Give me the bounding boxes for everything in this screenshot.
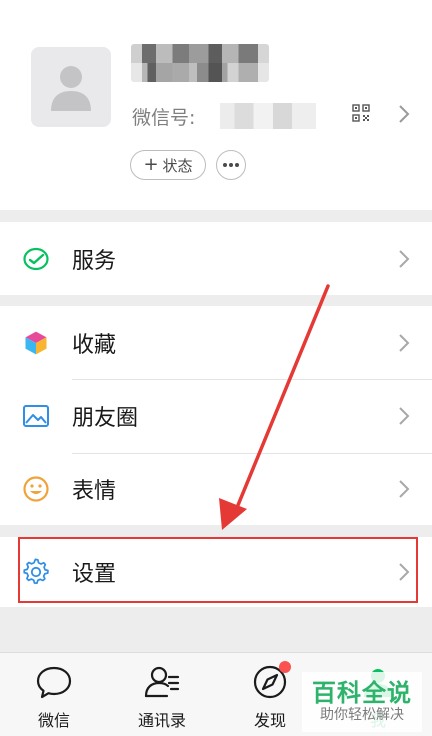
services-wallet-icon xyxy=(23,247,49,270)
menu-item-label: 收藏 xyxy=(72,332,117,358)
tab-label: 通讯录 xyxy=(137,711,186,730)
qr-code-icon[interactable] xyxy=(352,104,370,122)
gear-icon xyxy=(23,558,49,585)
menu-item-moments[interactable]: 朋友圈 xyxy=(0,379,432,452)
profile-header[interactable]: 微信号: + 状态 xyxy=(0,0,432,210)
menu-item-stickers[interactable]: 表情 xyxy=(0,452,432,525)
menu-item-services[interactable]: 服务 xyxy=(0,222,432,295)
menu-item-label: 表情 xyxy=(72,478,117,504)
menu-item-label: 服务 xyxy=(72,248,117,274)
chevron-right-icon xyxy=(399,333,410,352)
chevron-right-icon xyxy=(399,249,410,268)
chevron-right-icon xyxy=(399,406,410,425)
contacts-icon xyxy=(144,666,180,698)
watermark-subtitle: 助你轻松解决 xyxy=(320,706,404,723)
chevron-right-icon xyxy=(399,479,410,498)
chat-bubble-icon xyxy=(36,666,72,699)
chevron-right-icon[interactable] xyxy=(398,104,410,124)
menu-item-favorites[interactable]: 收藏 xyxy=(0,306,432,379)
nickname-blurred xyxy=(131,44,269,82)
watermark-logo: 百科全说 助你轻松解决 xyxy=(302,672,422,732)
more-button[interactable] xyxy=(216,150,246,180)
menu-group-services: 服务 xyxy=(0,222,432,295)
more-dots-icon xyxy=(223,163,239,167)
compass-icon-wrapper xyxy=(251,661,291,701)
plus-icon: + xyxy=(143,154,159,175)
menu-group-settings: 设置 xyxy=(0,537,432,607)
wechat-id-blurred xyxy=(220,103,316,129)
menu-item-settings[interactable]: 设置 xyxy=(0,537,432,607)
moments-picture-icon xyxy=(23,404,49,427)
avatar[interactable] xyxy=(31,47,111,127)
tab-contacts[interactable]: 通讯录 xyxy=(108,653,216,736)
add-status-button[interactable]: + 状态 xyxy=(130,150,206,180)
tab-label: 微信 xyxy=(37,711,70,730)
status-button-label: 状态 xyxy=(162,156,193,175)
favorites-cube-icon xyxy=(24,329,48,356)
default-user-icon xyxy=(51,66,91,111)
stickers-smile-icon xyxy=(23,475,49,502)
menu-item-label: 设置 xyxy=(72,562,117,587)
tab-chats[interactable]: 微信 xyxy=(0,653,108,736)
wechat-id-label: 微信号: xyxy=(132,107,196,129)
watermark-title: 百科全说 xyxy=(312,679,412,708)
tab-label: 发现 xyxy=(253,711,286,730)
menu-item-label: 朋友圈 xyxy=(72,405,139,431)
menu-group-discover: 收藏 朋友圈 表情 xyxy=(0,306,432,525)
chevron-right-icon xyxy=(399,563,410,581)
notification-dot xyxy=(279,661,291,673)
